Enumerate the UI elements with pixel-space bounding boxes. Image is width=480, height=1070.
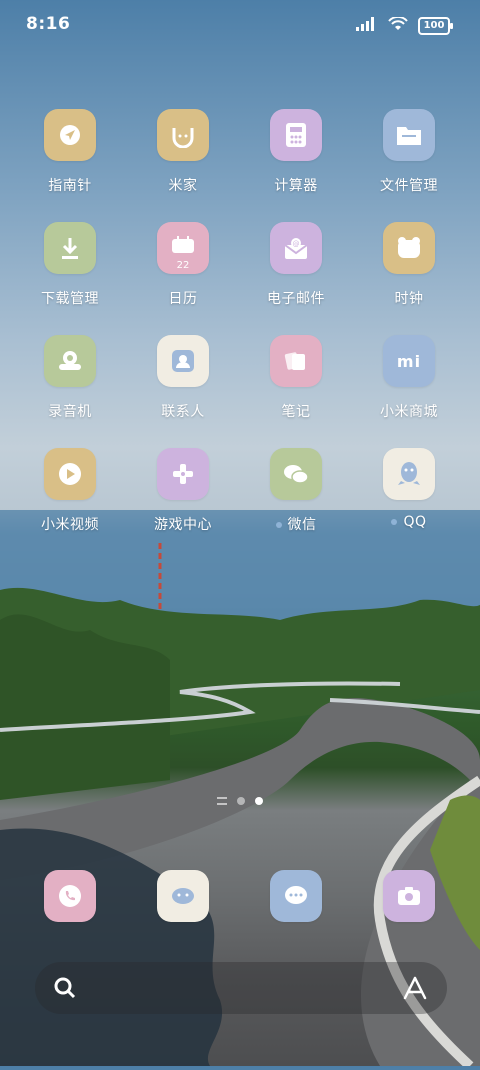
calculator-icon: [270, 109, 322, 161]
calendar-day: 22: [176, 260, 190, 271]
search-bar[interactable]: [35, 962, 447, 1014]
app-mi-store[interactable]: mi 小米商城: [354, 335, 464, 421]
app-label: 录音机: [48, 404, 92, 420]
dock-security[interactable]: [128, 870, 238, 922]
wechat-icon: [270, 448, 322, 500]
search-icon: [53, 976, 77, 1004]
contacts-icon: [157, 335, 209, 387]
app-wechat[interactable]: 微信: [241, 448, 351, 534]
video-play-icon: [44, 448, 96, 500]
voice-assistant-icon[interactable]: [401, 974, 429, 1006]
app-compass[interactable]: 指南针: [15, 109, 125, 195]
app-label: QQ: [354, 514, 464, 530]
notes-icon: [270, 335, 322, 387]
camera-icon: [383, 870, 435, 922]
message-bubble-icon: [270, 870, 322, 922]
download-icon: [44, 222, 96, 274]
app-label: 微信: [241, 514, 351, 534]
qq-icon: [383, 448, 435, 500]
mi-store-icon: mi: [383, 335, 435, 387]
new-install-dot: [275, 522, 282, 528]
app-label: 游戏中心: [154, 517, 212, 533]
app-label: 时钟: [394, 291, 424, 307]
app-label: 电子邮件: [267, 291, 325, 307]
dock: [0, 870, 480, 930]
clock-icon: [383, 222, 435, 274]
page-indicator-dot-active[interactable]: [255, 797, 263, 805]
app-grid: 指南针 米家 计算器 文件管理 下载管理 22 日历 @ 电子邮件 时钟 录音机…: [0, 0, 480, 760]
calendar-icon: 22: [157, 222, 209, 274]
mihome-icon: [157, 109, 209, 161]
new-install-dot: [391, 519, 398, 525]
app-file-manager[interactable]: 文件管理: [354, 109, 464, 195]
app-label-text: QQ: [403, 514, 427, 530]
app-label: 文件管理: [380, 178, 438, 194]
page-indicator-list[interactable]: [217, 797, 227, 805]
folder-icon: [383, 109, 435, 161]
app-label: 日历: [168, 291, 198, 307]
app-label: 米家: [168, 178, 198, 194]
email-icon: @: [270, 222, 322, 274]
app-calendar[interactable]: 22 日历: [128, 222, 238, 308]
app-contacts[interactable]: 联系人: [128, 335, 238, 421]
app-label: 小米商城: [380, 404, 438, 420]
app-label-text: 微信: [287, 517, 317, 533]
mi-logo: mi: [396, 351, 422, 371]
dock-camera[interactable]: [354, 870, 464, 922]
svg-text:@: @: [293, 240, 300, 248]
app-label: 下载管理: [41, 291, 99, 307]
page-indicator[interactable]: [0, 797, 480, 805]
gamepad-icon: [157, 448, 209, 500]
dock-phone[interactable]: [15, 870, 125, 922]
app-label: 计算器: [274, 178, 318, 194]
phone-icon: [44, 870, 96, 922]
app-mihome[interactable]: 米家: [128, 109, 238, 195]
app-notes[interactable]: 笔记: [241, 335, 351, 421]
app-downloads[interactable]: 下载管理: [15, 222, 125, 308]
dock-messages[interactable]: [241, 870, 351, 922]
app-game-center[interactable]: 游戏中心: [128, 448, 238, 534]
app-label: 指南针: [48, 178, 92, 194]
security-sheep-icon: [157, 870, 209, 922]
app-label: 联系人: [161, 404, 205, 420]
app-recorder[interactable]: 录音机: [15, 335, 125, 421]
app-email[interactable]: @ 电子邮件: [241, 222, 351, 308]
app-clock[interactable]: 时钟: [354, 222, 464, 308]
app-label: 小米视频: [41, 517, 99, 533]
app-mi-video[interactable]: 小米视频: [15, 448, 125, 534]
page-indicator-dot[interactable]: [237, 797, 245, 805]
compass-icon: [44, 109, 96, 161]
app-label: 笔记: [281, 404, 311, 420]
app-qq[interactable]: QQ: [354, 448, 464, 530]
app-calculator[interactable]: 计算器: [241, 109, 351, 195]
recorder-icon: [44, 335, 96, 387]
